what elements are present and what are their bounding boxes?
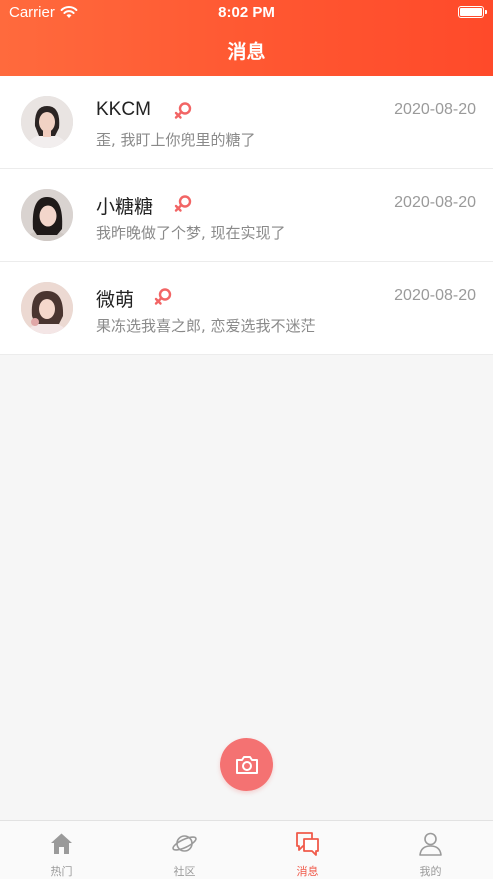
- page-title: 消息: [227, 41, 266, 63]
- message-row[interactable]: 小糖糖 2020-08-20 我昨晚做了个梦, 现在实现了: [0, 169, 493, 262]
- tab-label: 社区: [173, 865, 196, 878]
- female-icon: [174, 102, 192, 119]
- tab-hot[interactable]: 热门: [0, 821, 123, 879]
- message-preview: 歪, 我盯上你兜里的糖了: [96, 131, 256, 149]
- message-date: 2020-08-20: [394, 287, 476, 304]
- tab-messages[interactable]: 消息: [246, 821, 369, 879]
- message-preview: 我昨晚做了个梦, 现在实现了: [96, 224, 286, 242]
- message-row[interactable]: 微萌 2020-08-20 果冻选我喜之郎, 恋爱选我不迷茫: [0, 262, 493, 355]
- avatar[interactable]: [21, 282, 73, 334]
- navigation-header: Carrier 8:02 PM 消息: [0, 0, 493, 76]
- tab-profile[interactable]: 我的: [369, 821, 492, 879]
- status-bar: Carrier 8:02 PM: [0, 0, 493, 26]
- tab-bar: 热门 社区 消息 我的: [0, 820, 493, 879]
- tab-label: 消息: [296, 865, 319, 878]
- message-preview: 果冻选我喜之郎, 恋爱选我不迷茫: [96, 317, 316, 335]
- contact-name: KKCM: [96, 99, 151, 120]
- camera-icon: [235, 755, 258, 774]
- message-date: 2020-08-20: [394, 101, 476, 118]
- tab-label: 我的: [419, 865, 442, 878]
- contact-name: 微萌: [96, 290, 135, 311]
- female-icon: [154, 288, 172, 305]
- home-icon: [51, 833, 72, 854]
- message-row[interactable]: KKCM 2020-08-20 歪, 我盯上你兜里的糖了: [0, 76, 493, 169]
- camera-button[interactable]: [220, 738, 273, 791]
- clock: 8:02 PM: [218, 4, 275, 21]
- message-date: 2020-08-20: [394, 194, 476, 211]
- planet-icon: [172, 835, 197, 852]
- contact-name: 小糖糖: [96, 197, 154, 218]
- battery-icon: [458, 6, 487, 18]
- tab-community[interactable]: 社区: [123, 821, 246, 879]
- tab-label: 热门: [50, 865, 73, 878]
- female-icon: [174, 195, 192, 212]
- user-icon: [419, 832, 442, 856]
- chat-icon: [296, 832, 319, 856]
- message-list: KKCM 2020-08-20 歪, 我盯上你兜里的糖了 小糖糖 2020-08…: [0, 76, 493, 355]
- avatar[interactable]: [21, 96, 73, 148]
- avatar[interactable]: [21, 189, 73, 241]
